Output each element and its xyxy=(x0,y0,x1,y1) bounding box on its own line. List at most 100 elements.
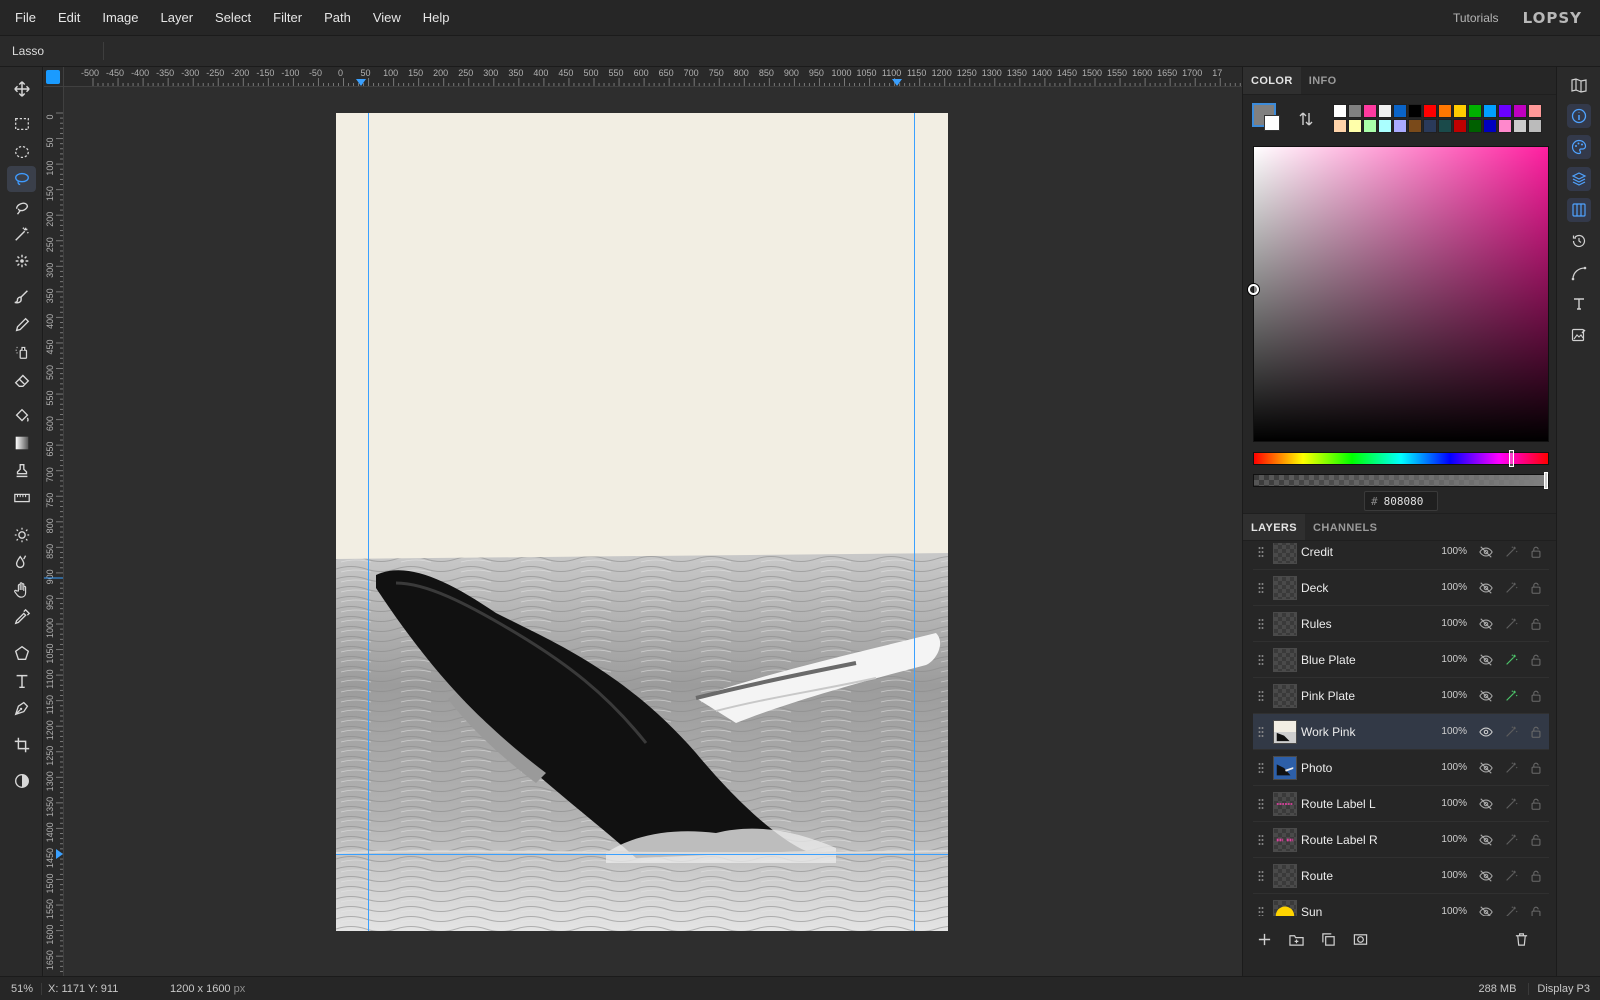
pencil-tool[interactable] xyxy=(7,312,36,338)
duplicate-layer-button[interactable] xyxy=(1318,929,1338,949)
effects-wand-icon[interactable] xyxy=(1498,761,1523,775)
color-swatch[interactable] xyxy=(1468,104,1482,118)
paths-panel-button[interactable] xyxy=(1567,261,1591,285)
drag-handle-icon[interactable] xyxy=(1253,618,1269,630)
drag-handle-icon[interactable] xyxy=(1253,546,1269,558)
color-swatch[interactable] xyxy=(1528,104,1542,118)
magic-wand-tool[interactable] xyxy=(7,221,36,247)
menu-edit[interactable]: Edit xyxy=(47,0,91,36)
effects-wand-icon[interactable] xyxy=(1498,545,1523,559)
drag-handle-icon[interactable] xyxy=(1253,654,1269,666)
lock-icon[interactable] xyxy=(1523,581,1548,595)
menu-help[interactable]: Help xyxy=(412,0,461,36)
layer-row[interactable]: Deck 100% xyxy=(1253,570,1549,606)
eye-off-icon[interactable] xyxy=(1473,545,1498,559)
drag-handle-icon[interactable] xyxy=(1253,582,1269,594)
contrast-tool[interactable] xyxy=(7,768,36,794)
dodge-tool[interactable] xyxy=(7,522,36,548)
ruler-corner[interactable] xyxy=(44,67,64,87)
lock-icon[interactable] xyxy=(1523,545,1548,559)
layer-name[interactable]: Sun xyxy=(1301,905,1427,917)
hand-tool[interactable] xyxy=(7,577,36,603)
effects-wand-icon[interactable] xyxy=(1498,833,1523,847)
color-swatch[interactable] xyxy=(1378,104,1392,118)
lock-icon[interactable] xyxy=(1523,725,1548,739)
color-swatch[interactable] xyxy=(1513,119,1527,133)
layer-opacity[interactable]: 100% xyxy=(1427,546,1467,557)
menu-image[interactable]: Image xyxy=(91,0,149,36)
layer-name[interactable]: Route xyxy=(1301,869,1427,883)
character-panel-button[interactable] xyxy=(1567,292,1591,316)
lock-icon[interactable] xyxy=(1523,617,1548,631)
layer-opacity[interactable]: 100% xyxy=(1427,618,1467,629)
color-swatch[interactable] xyxy=(1453,104,1467,118)
drag-handle-icon[interactable] xyxy=(1253,870,1269,882)
effects-wand-icon[interactable] xyxy=(1498,905,1523,916)
menu-filter[interactable]: Filter xyxy=(262,0,313,36)
layer-name[interactable]: Route Label R xyxy=(1301,833,1427,847)
vertical-ruler[interactable]: 0 50 100 150 200 250 300 350 400 450 500 550 600 650 7… xyxy=(44,87,64,976)
color-swatch[interactable] xyxy=(1363,104,1377,118)
eye-icon[interactable] xyxy=(1473,725,1498,739)
drag-handle-icon[interactable] xyxy=(1253,690,1269,702)
brush-tool[interactable] xyxy=(7,284,36,310)
history-panel-button[interactable] xyxy=(1567,229,1591,253)
crop-tool[interactable] xyxy=(7,732,36,758)
drag-handle-icon[interactable] xyxy=(1253,834,1269,846)
color-swatch[interactable] xyxy=(1438,104,1452,118)
color-swatch[interactable] xyxy=(1513,104,1527,118)
delete-layer-button[interactable] xyxy=(1511,929,1531,949)
layer-row[interactable]: Work Pink 100% xyxy=(1253,714,1549,750)
layer-name[interactable]: Deck xyxy=(1301,581,1427,595)
hue-slider[interactable] xyxy=(1253,452,1549,465)
swap-colors-icon[interactable] xyxy=(1297,110,1315,128)
spray-tool[interactable] xyxy=(7,339,36,365)
ruler-tool[interactable] xyxy=(7,485,36,511)
alpha-slider-handle[interactable] xyxy=(1544,472,1548,489)
layer-row[interactable]: Route 100% xyxy=(1253,858,1549,894)
tutorials-link[interactable]: Tutorials xyxy=(1453,11,1499,25)
bucket-tool[interactable] xyxy=(7,403,36,429)
lasso-tool[interactable] xyxy=(7,166,36,192)
effects-wand-icon[interactable] xyxy=(1498,725,1523,739)
eye-off-icon[interactable] xyxy=(1473,905,1498,916)
mask-layer-button[interactable] xyxy=(1350,929,1370,949)
tab-layers[interactable]: LAYERS xyxy=(1243,514,1306,540)
pen-tool[interactable] xyxy=(7,695,36,721)
new-group-button[interactable] xyxy=(1286,929,1306,949)
image-panel-button[interactable] xyxy=(1567,323,1591,347)
object-select-tool[interactable] xyxy=(7,248,36,274)
color-swatch[interactable] xyxy=(1498,119,1512,133)
zoom-level[interactable]: 51% xyxy=(0,982,42,995)
move-tool[interactable] xyxy=(7,76,36,102)
menu-select[interactable]: Select xyxy=(204,0,262,36)
eye-off-icon[interactable] xyxy=(1473,581,1498,595)
drag-handle-icon[interactable] xyxy=(1253,798,1269,810)
color-swatch[interactable] xyxy=(1393,119,1407,133)
layer-row[interactable]: Blue Plate 100% xyxy=(1253,642,1549,678)
document-canvas[interactable] xyxy=(336,113,948,931)
saturation-value-picker[interactable] xyxy=(1253,146,1549,442)
layer-name[interactable]: Route Label L xyxy=(1301,797,1427,811)
ruler-origin-marker[interactable] xyxy=(46,70,60,84)
color-swatch[interactable] xyxy=(1348,119,1362,133)
ellipse-marquee-tool[interactable] xyxy=(7,139,36,165)
hex-value[interactable]: 808080 xyxy=(1384,495,1424,508)
channels-panel-button[interactable] xyxy=(1567,198,1591,222)
eye-off-icon[interactable] xyxy=(1473,761,1498,775)
color-swatch[interactable] xyxy=(1423,104,1437,118)
alpha-slider[interactable] xyxy=(1253,474,1549,487)
tab-info[interactable]: INFO xyxy=(1301,67,1345,94)
navigator-panel-button[interactable] xyxy=(1567,73,1591,97)
guide-marker[interactable] xyxy=(356,79,366,86)
effects-wand-icon[interactable] xyxy=(1498,689,1523,703)
polygon-tool[interactable] xyxy=(7,640,36,666)
layer-name[interactable]: Work Pink xyxy=(1301,725,1427,739)
layer-name[interactable]: Blue Plate xyxy=(1301,653,1427,667)
horizontal-ruler[interactable]: -500 -450 -400 -350 -300 -250 -200 -150 -100 -50 0… xyxy=(64,67,1242,87)
color-swatch[interactable] xyxy=(1393,104,1407,118)
layer-row[interactable]: Photo 100% xyxy=(1253,750,1549,786)
eye-off-icon[interactable] xyxy=(1473,833,1498,847)
lock-icon[interactable] xyxy=(1523,833,1548,847)
color-swatch[interactable] xyxy=(1423,119,1437,133)
